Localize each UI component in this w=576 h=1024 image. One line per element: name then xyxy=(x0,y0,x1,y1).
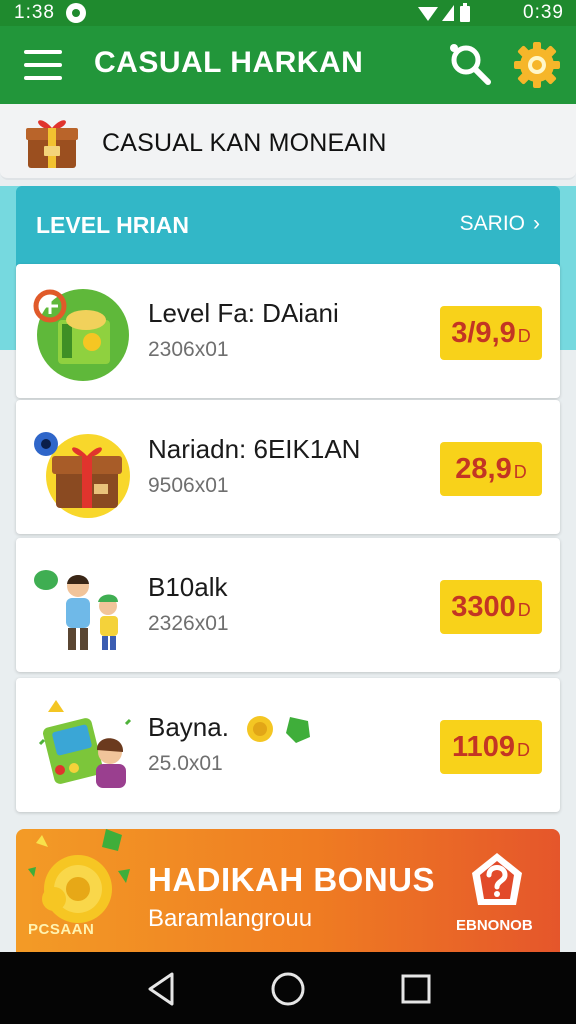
item-subtitle: 2306x01 xyxy=(148,338,229,361)
bonus-caption: PCSAAN xyxy=(28,921,95,938)
price-button[interactable]: 3300 D xyxy=(440,580,542,634)
item-subtitle: 25.0x01 xyxy=(148,752,223,775)
coin-gem-icon xyxy=(247,716,311,744)
item-subtitle: 9506x01 xyxy=(148,474,229,497)
status-time: 1:38 xyxy=(14,2,55,23)
price-button[interactable]: 3/9,9 D xyxy=(440,306,542,360)
item-title: Bayna. xyxy=(148,712,318,745)
price-amount: 1109 xyxy=(452,731,515,763)
item-title: B10alk xyxy=(148,572,228,602)
bonus-subtitle: Baramlangrouu xyxy=(148,905,313,932)
promo-banner[interactable]: CASUAL KAN MONEAIN xyxy=(0,104,576,180)
app-bar: CASUAL HARKAN xyxy=(0,26,576,104)
promo-text: CASUAL KAN MONEAIN xyxy=(102,129,387,157)
bonus-banner[interactable]: PCSAAN HADIKAH BONUS Baramlangrouu EBNON… xyxy=(16,829,560,953)
price-unit: D xyxy=(513,462,527,482)
price-amount: 3300 xyxy=(451,591,516,623)
notification-dot-icon xyxy=(66,3,86,23)
price-button[interactable]: 28,9 D xyxy=(440,442,542,496)
cash-bag-icon xyxy=(33,289,129,381)
price-unit: D xyxy=(516,740,530,760)
bonus-title: HADIKAH BONUS xyxy=(148,861,435,898)
item-title: Level Fa: DAiani xyxy=(148,298,339,328)
price-unit: D xyxy=(517,600,531,620)
status-bar: 1:38 0:39 xyxy=(0,0,576,26)
back-icon[interactable] xyxy=(142,970,182,1008)
level-see-all-link[interactable]: SARIO › xyxy=(460,212,540,236)
item-subtitle: 2326x01 xyxy=(148,612,229,635)
level-link-label: SARIO xyxy=(459,212,525,235)
price-amount: 28,9 xyxy=(455,453,512,485)
list-item[interactable]: Bayna. 25.0x01 1109 D xyxy=(16,678,560,812)
price-unit: D xyxy=(517,326,531,346)
price-amount: 3/9,9 xyxy=(451,317,516,349)
level-title: LEVEL HRIAN xyxy=(36,212,189,238)
bonus-button-label[interactable]: EBNONOB xyxy=(456,917,533,934)
settings-icon[interactable] xyxy=(512,40,562,90)
treasure-chest-icon xyxy=(34,432,130,518)
family-icon xyxy=(34,570,118,650)
signal-battery-icon xyxy=(418,3,470,22)
item-title: Nariadn: 6EIK1AN xyxy=(148,434,361,464)
list-item[interactable]: B10alk 2326x01 3300 D xyxy=(16,538,560,672)
price-button[interactable]: 1109 D xyxy=(440,720,542,774)
gift-box-icon xyxy=(26,120,78,168)
status-clock: 0:39 xyxy=(523,2,564,23)
home-icon[interactable] xyxy=(268,970,308,1008)
question-badge-icon[interactable] xyxy=(468,851,526,911)
list-item[interactable]: Nariadn: 6EIK1AN 9506x01 28,9 D xyxy=(16,400,560,534)
chevron-right-icon: › xyxy=(533,212,540,235)
recents-icon[interactable] xyxy=(396,970,436,1008)
arcade-machine-icon xyxy=(38,700,132,788)
navigation-bar xyxy=(0,952,576,1024)
list-item[interactable]: Level Fa: DAiani 2306x01 3/9,9 D xyxy=(16,264,560,398)
item-title-text: Bayna. xyxy=(148,712,229,742)
search-icon[interactable] xyxy=(448,42,494,88)
app-title: CASUAL HARKAN xyxy=(94,46,364,79)
menu-icon[interactable] xyxy=(24,50,62,80)
